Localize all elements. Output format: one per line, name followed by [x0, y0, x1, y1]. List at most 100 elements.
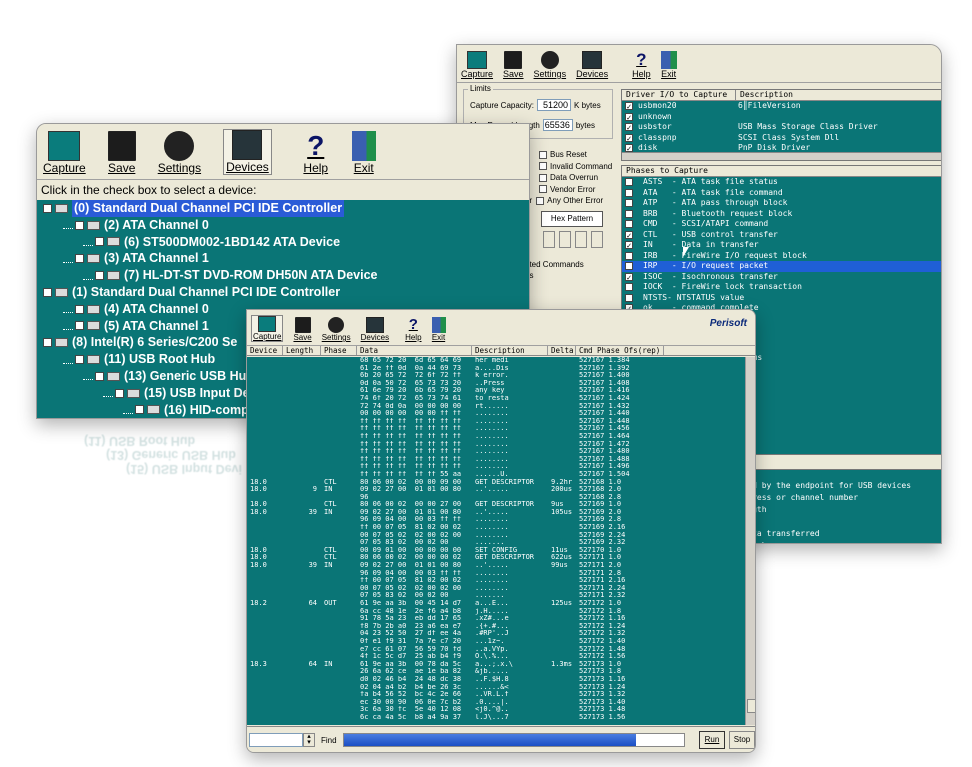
device-checkbox[interactable] — [95, 237, 104, 247]
capture-row[interactable]: 00 07 05 02 02 00 02 00........ 527171 2.… — [247, 585, 745, 593]
capture-row[interactable]: 68 65 72 20 6d 65 64 69 her medi 527167 1.… — [247, 357, 745, 365]
capture-row[interactable]: fa b4 56 52 bc 4c 2e 66 ..VR.L.f 527173 1.… — [247, 691, 745, 699]
option-vendor-error[interactable]: Vendor Error — [539, 184, 621, 196]
stop-button[interactable]: Stop — [729, 731, 755, 749]
capture-row[interactable]: 18.0 CTL 80 06 00 02 00 00 09 00 GET DESCRI… — [247, 479, 745, 487]
phase-checkbox[interactable] — [625, 199, 633, 207]
save-button[interactable]: Save — [293, 317, 312, 342]
device-checkbox[interactable] — [43, 338, 52, 348]
capture-row[interactable]: ff ff ff ff ff ff ff ff........ 527167 1.… — [247, 433, 745, 441]
device-checkbox[interactable] — [43, 203, 52, 213]
find-input[interactable] — [249, 733, 303, 747]
phase-row[interactable]: IRB - FireWire I/O request block — [622, 251, 941, 262]
capture-row[interactable]: ff ff ff ff ff ff ff ff........ 527167 1.… — [247, 463, 745, 471]
capture-row[interactable]: 74 6f 20 72 65 73 74 61 to resta 527167 1.… — [247, 395, 745, 403]
capture-row[interactable]: 18.0 39 IN 09 02 27 00 01 01 00 80 ..'..... 1… — [247, 509, 745, 517]
capture-row[interactable]: ff 00 07 05 81 02 00 02........ 527171 2.… — [247, 577, 745, 585]
hex-box[interactable] — [591, 231, 603, 248]
phase-row[interactable]: IRP - I/O request packet — [622, 261, 941, 272]
help-button[interactable]: ? Help — [632, 51, 651, 80]
phase-checkbox[interactable] — [625, 188, 633, 197]
driver-checkbox[interactable]: ✓ — [625, 112, 633, 121]
phase-checkbox[interactable] — [625, 283, 633, 291]
hex-box[interactable] — [543, 231, 555, 248]
capture-button[interactable]: Capture — [461, 51, 493, 79]
phase-checkbox[interactable] — [625, 251, 633, 260]
exit-button[interactable]: Exit — [351, 131, 376, 175]
scroll-thumb[interactable] — [747, 699, 755, 713]
phase-row[interactable]: ✓ IN - Data in transfer — [622, 240, 941, 251]
capture-row[interactable]: 07 05 83 02 00 02 00....... 527171 2.32 — [247, 592, 745, 600]
capture-row[interactable]: 18.0 9 IN 09 02 27 00 01 01 00 80 ..'..... 20… — [247, 486, 745, 494]
capture-row[interactable]: ff ff ff ff ff ff 55 aa ......U. 527167 1.… — [247, 471, 745, 479]
phase-row[interactable]: ATP - ATA pass through block — [622, 198, 941, 209]
capture-row[interactable]: 61 6e 79 20 6b 65 79 20 any key 527167 1.… — [247, 387, 745, 395]
capture-row[interactable]: 6b 20 65 72 72 6f 72 ff k error. 527167 1.… — [247, 372, 745, 380]
capture-row[interactable]: ff 00 07 05 81 02 00 02........ 527169 2.… — [247, 524, 745, 532]
help-button[interactable]: ? Help — [302, 131, 330, 176]
capture-row[interactable]: 18.3 64 IN 61 9e aa 3b 00 78 da 5c a...;.x.\… — [247, 661, 745, 669]
capture-row[interactable]: 00 07 05 02 02 00 02 00........ 527169 2.… — [247, 532, 745, 540]
phase-row[interactable]: ASTS - ATA task file status — [622, 177, 941, 188]
driver-scrollbar[interactable] — [622, 152, 941, 160]
capture-row[interactable]: 18.0 CTL 00 09 01 00 00 00 00 00 SET CONFIG… — [247, 547, 745, 555]
driver-row[interactable]: ✓ usbmon20 6║FileVersion — [622, 101, 941, 112]
capture-row[interactable]: 6c ca 4a 5c b8 a4 9a 37 l.J\...7 527173 1.… — [247, 714, 745, 722]
phase-row[interactable]: BRB - Bluetooth request block — [622, 209, 941, 220]
option-bus-reset[interactable]: Bus Reset — [539, 149, 621, 161]
help-button[interactable]: ? Help — [405, 317, 421, 343]
option-invalid-command[interactable]: Invalid Command — [539, 161, 621, 173]
device-checkbox[interactable] — [75, 304, 84, 314]
driver-checkbox[interactable]: ✓ — [625, 102, 633, 111]
phase-row[interactable]: CMD - SCSI/ATAPI command — [622, 219, 941, 230]
capture-row[interactable]: ff ff ff ff ff ff ff ff........ 527167 1.… — [247, 418, 745, 426]
phase-checkbox[interactable] — [625, 209, 633, 218]
capture-row[interactable]: ff ff ff ff ff ff ff ff........ 527167 1.… — [247, 456, 745, 464]
exit-button[interactable]: Exit — [431, 317, 446, 342]
device-checkbox[interactable] — [115, 388, 124, 398]
device-tree-item[interactable]: (2) ATA Channel 0 — [37, 217, 529, 234]
capture-row[interactable]: 96 09 04 00 00 03 ff ff........ 527169 2.… — [247, 516, 745, 524]
save-button[interactable]: Save — [503, 51, 524, 79]
capture-row[interactable]: 61 2e ff 0d 0a 44 69 73 a....Dis 527167 1.… — [247, 365, 745, 373]
device-tree-item[interactable]: (1) Standard Dual Channel PCI IDE Contro… — [37, 284, 529, 301]
device-checkbox[interactable] — [135, 405, 144, 415]
phase-checkbox[interactable]: ✓ — [625, 241, 633, 250]
device-checkbox[interactable] — [43, 287, 52, 297]
capture-row[interactable]: 0d 0a 50 72 65 73 73 20 ..Press 527167 1.… — [247, 380, 745, 388]
driver-row[interactable]: ✓ usbstor USB Mass Storage Class Driver — [622, 122, 941, 133]
hex-box[interactable] — [559, 231, 571, 248]
device-tree-item[interactable]: (6) ST500DM002-1BD142 ATA Device — [37, 234, 529, 251]
capture-row[interactable]: e7 cc 61 07 56 59 70 fd ..a.VYp. 527172 1.… — [247, 646, 745, 654]
driver-checkbox[interactable]: ✓ — [625, 144, 633, 153]
devices-button[interactable]: Devices — [576, 51, 608, 79]
capture-row[interactable]: 0f e1 f9 31 7a 7e c7 20 ...1z~. 527172 1.… — [247, 638, 745, 646]
capture-row[interactable]: 91 78 5a 23 eb dd 17 65 .xZ#...e 527172 1.… — [247, 615, 745, 623]
device-tree-item[interactable]: (3) ATA Channel 1 — [37, 250, 529, 267]
exit-button[interactable]: Exit — [660, 51, 677, 79]
phase-checkbox[interactable] — [625, 178, 633, 186]
devices-button[interactable]: Devices — [223, 129, 272, 175]
capture-row[interactable]: ec 30 00 90 06 0e 7c b2 .0....|. 527173 1.… — [247, 699, 745, 707]
capture-row[interactable]: 00 00 00 00 00 00 ff ff........ 527167 1.… — [247, 410, 745, 418]
driver-row[interactable]: ✓ classpnp SCSI Class System Dll — [622, 133, 941, 144]
capture-row[interactable]: ff ff ff ff ff ff ff ff........ 527167 1.… — [247, 425, 745, 433]
settings-button[interactable]: Settings — [158, 131, 201, 175]
capture-row[interactable]: ff ff ff ff ff ff ff ff........ 527167 1.… — [247, 448, 745, 456]
driver-row[interactable]: ✓ unknown — [622, 112, 941, 123]
max-record-field[interactable]: 65536 — [542, 119, 573, 131]
capture-row[interactable]: 18.2 64 OUT 61 9e aa 3b 00 45 14 d7 a...E...… — [247, 600, 745, 608]
find-spinner[interactable]: ▴ ▾ — [303, 733, 315, 747]
capture-row[interactable]: 96 09 04 00 00 03 ff ff........ 527171 2.… — [247, 570, 745, 578]
capture-row[interactable]: f8 7b 2b a0 23 a6 ea e7 .{+.#... 527172 1.… — [247, 623, 745, 631]
capture-row[interactable]: 04 23 52 50 27 df ee 4a .#RP'..J 527172 1.… — [247, 630, 745, 638]
capture-row[interactable]: 18.0 CTL 80 06 00 02 00 00 00 02 GET DESCRI… — [247, 554, 745, 562]
capture-capacity-field[interactable]: 51200 — [537, 99, 572, 111]
hex-box[interactable] — [575, 231, 587, 248]
driver-checkbox[interactable]: ✓ — [625, 123, 633, 132]
device-checkbox[interactable] — [75, 220, 84, 230]
capture-row[interactable]: 96 527168 2.8 — [247, 494, 745, 502]
phase-checkbox[interactable]: ✓ — [625, 272, 633, 281]
capture-row[interactable]: 18.0 39 IN 09 02 27 00 01 01 00 80 ..'..... 9… — [247, 562, 745, 570]
capture-row[interactable]: 4f 1c 5c d7 25 ab b4 f9 O.\.%... 527172 1.… — [247, 653, 745, 661]
